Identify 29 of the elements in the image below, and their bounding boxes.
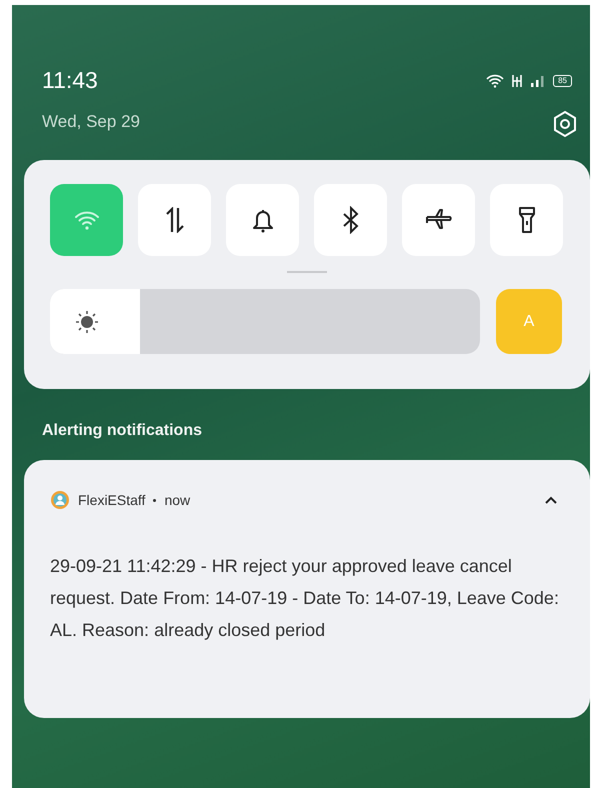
date-text: Wed, Sep 29 [42, 112, 140, 132]
network-type-icon [511, 74, 524, 88]
data-arrows-icon [164, 207, 186, 233]
bluetooth-tile[interactable] [314, 184, 387, 256]
app-name: FlexiEStaff [78, 492, 146, 508]
bluetooth-icon [342, 206, 360, 234]
notification-card[interactable]: FlexiEStaff now 29-09-21 11:42:29 - HR reject your approved leave cancel request. Date From: 14-07-19 - Date To: 14-07-19, Leave Code: AL. Reason: already closed period [24, 460, 590, 718]
data-tile[interactable] [138, 184, 211, 256]
brightness-icon [75, 310, 99, 334]
bell-icon [250, 207, 274, 233]
battery-level: 85 [553, 74, 572, 86]
wifi-icon [486, 74, 504, 88]
notification-time: now [164, 492, 190, 508]
clock-time: 11:43 [42, 67, 98, 94]
caret-icon[interactable] [544, 495, 558, 505]
notification-message: 29-09-21 11:42:29 - HR reject your approved leave cancel request. Date From: 14-07-19 - Date To: 14-07-19, Leave Code: AL. Reason: already closed period [50, 555, 560, 642]
wifi-tile[interactable] [50, 184, 123, 256]
flashlight-icon [518, 206, 536, 234]
separator-dot [153, 498, 156, 502]
flashlight-tile[interactable] [490, 184, 563, 256]
app-icon [50, 490, 70, 510]
airplane-tile[interactable] [402, 184, 475, 256]
brightness-slider[interactable] [50, 289, 480, 354]
section-heading: Alerting notifications [42, 422, 203, 440]
sound-tile[interactable] [226, 184, 299, 256]
settings-icon[interactable] [552, 110, 578, 138]
wifi-icon [74, 209, 100, 231]
signal-icon [530, 74, 546, 86]
airplane-icon [424, 208, 454, 232]
